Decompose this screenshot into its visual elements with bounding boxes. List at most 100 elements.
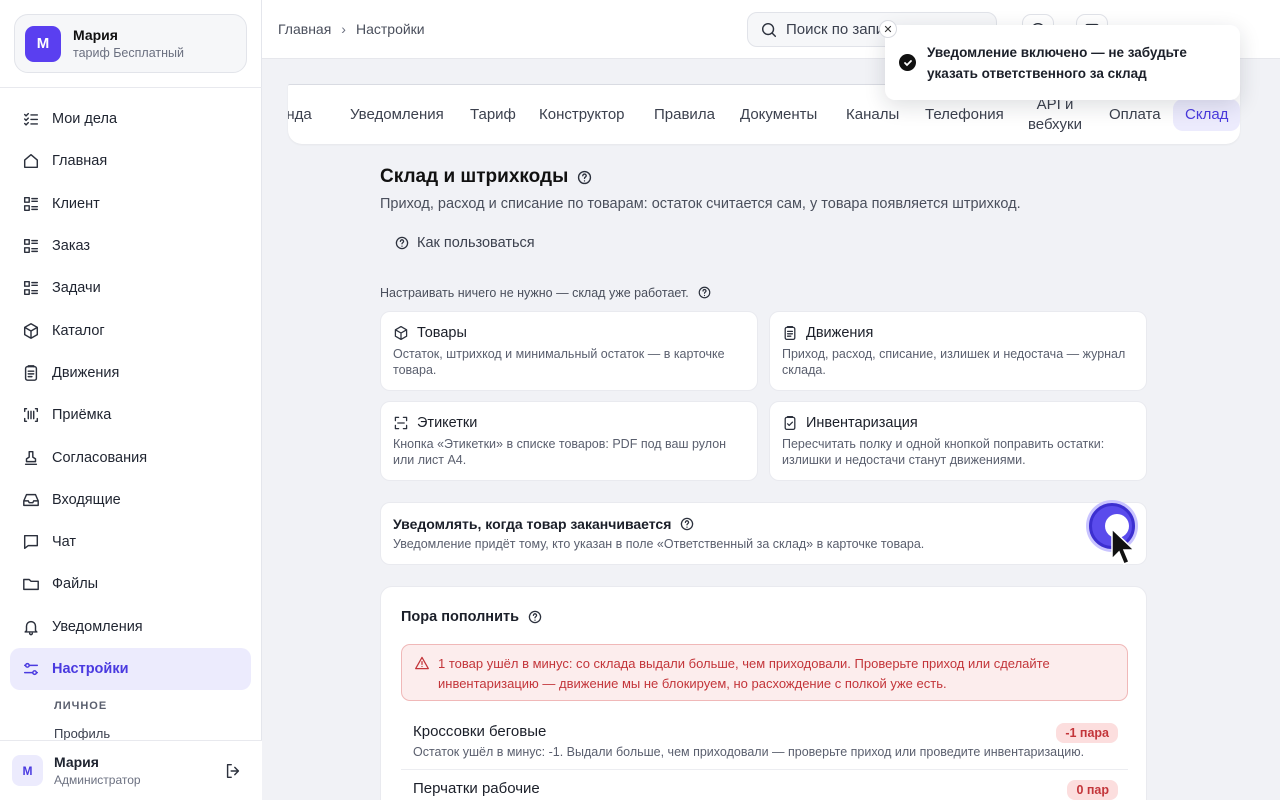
- toast-notification: ✕ Уведомление включено — не забудьте ука…: [879, 20, 1240, 100]
- search-placeholder: Поиск по запи: [786, 21, 885, 38]
- tab-team[interactable]: анда: [288, 85, 312, 144]
- notify-title: Уведомлять, когда товар заканчивается: [393, 516, 672, 532]
- account-avatar: М: [25, 25, 61, 62]
- howto-link[interactable]: Как пользоваться: [394, 235, 535, 251]
- home-icon: [23, 154, 39, 169]
- sidebar-item-label: Входящие: [52, 491, 121, 508]
- notify-desc: Уведомление придёт тому, кто указан в по…: [393, 537, 925, 551]
- sidebar-item-notifications[interactable]: Уведомления: [10, 606, 251, 648]
- barcode-icon: [23, 408, 39, 423]
- sidebar-item-tasks[interactable]: Задачи: [10, 267, 251, 309]
- card-title: Движения: [806, 325, 874, 341]
- sidebar-item-files[interactable]: Файлы: [10, 563, 251, 605]
- sidebar-item-profile[interactable]: Профиль: [10, 726, 251, 741]
- item-info: Остаток ушёл в минус: -1. Выдали больше,…: [413, 745, 1085, 759]
- feature-card-movements[interactable]: Движения Приход, расход, списание, излиш…: [769, 311, 1147, 391]
- user-name: Мария: [54, 754, 99, 770]
- restock-panel: Пора пополнить 1 товар ушёл в минус: со …: [380, 586, 1147, 800]
- breadcrumb-home[interactable]: Главная: [278, 21, 331, 37]
- stock-badge: -1 пара: [1056, 723, 1118, 743]
- clipboard-icon: [784, 325, 796, 341]
- card-desc: Приход, расход, списание, излишек и недо…: [782, 347, 1126, 377]
- stock-badge: 0 пар: [1067, 780, 1118, 800]
- sidebar-group-label: ЛИЧНОЕ: [54, 700, 108, 713]
- feature-card-labels[interactable]: Этикетки Кнопка «Этикетки» в списке това…: [380, 401, 758, 481]
- account-name: Мария: [73, 27, 118, 43]
- sidebar-item-order[interactable]: Заказ: [10, 225, 251, 267]
- sidebar-item-label: Каталог: [52, 322, 105, 339]
- clipboard-check-icon: [784, 415, 796, 431]
- card-desc: Пересчитать полку и одной кнопкой поправ…: [782, 437, 1105, 467]
- inbox-icon: [23, 493, 39, 506]
- sidebar-item-approvals[interactable]: Согласования: [10, 436, 251, 478]
- sidebar: М Мария тариф Бесплатный Мои дела Главна…: [0, 0, 262, 800]
- mouse-cursor-icon: [1111, 527, 1136, 565]
- sidebar-item-label: Главная: [52, 153, 108, 170]
- sidebar-item-movements[interactable]: Движения: [10, 352, 251, 394]
- tab-tariff[interactable]: Тариф: [470, 85, 516, 144]
- close-icon[interactable]: ✕: [879, 20, 897, 38]
- card-title: Инвентаризация: [806, 415, 918, 431]
- sidebar-item-home[interactable]: Главная: [10, 140, 251, 182]
- sidebar-item-label: Настройки: [52, 661, 129, 677]
- feature-card-products[interactable]: Товары Остаток, штрихкод и минимальный о…: [380, 311, 758, 391]
- sidebar-item-my-tasks[interactable]: Мои дела: [10, 98, 251, 140]
- list-icon: [23, 196, 39, 211]
- card-desc: Кнопка «Этикетки» в списке товаров: PDF …: [393, 437, 727, 467]
- sidebar-item-label: Согласования: [52, 449, 148, 466]
- page-title-row: Склад и штрихкоды: [380, 166, 593, 188]
- sidebar-item-catalog[interactable]: Каталог: [10, 309, 251, 351]
- help-icon[interactable]: [679, 516, 695, 532]
- tab-rules[interactable]: Правила: [654, 85, 715, 144]
- chevron-right-icon: ›: [341, 21, 346, 37]
- card-title: Этикетки: [417, 415, 478, 431]
- alert-text: 1 товар ушёл в минус: со склада выдали б…: [438, 656, 1050, 691]
- sidebar-item-client[interactable]: Клиент: [10, 183, 251, 225]
- logout-icon: [226, 763, 240, 779]
- list-icon: [23, 281, 39, 296]
- help-icon: [395, 236, 409, 250]
- sidebar-item-label: Клиент: [52, 195, 100, 212]
- avatar: М: [12, 755, 43, 786]
- sidebar-item-label: Задачи: [52, 280, 101, 297]
- restock-title: Пора пополнить: [401, 609, 519, 625]
- check-icon: [899, 54, 916, 71]
- checklist-icon: [23, 113, 39, 126]
- help-icon[interactable]: [527, 609, 543, 625]
- item-name: Кроссовки беговые: [413, 723, 547, 740]
- tab-notifications[interactable]: Уведомления: [350, 85, 444, 144]
- feature-card-inventory[interactable]: Инвентаризация Пересчитать полку и одной…: [769, 401, 1147, 481]
- help-icon[interactable]: [697, 285, 712, 300]
- page-subtitle: Приход, расход и списание по товарам: ос…: [380, 196, 1021, 212]
- howto-label: Как пользоваться: [417, 235, 535, 251]
- sidebar-item-label: Уведомления: [52, 618, 143, 635]
- account-switcher[interactable]: М Мария тариф Бесплатный: [14, 14, 247, 73]
- tab-constructor[interactable]: Конструктор: [539, 85, 625, 144]
- sidebar-item-settings[interactable]: Настройки: [10, 647, 251, 691]
- scan-icon: [394, 416, 408, 430]
- sidebar-item-label: Чат: [52, 534, 77, 551]
- logout-button[interactable]: [224, 762, 242, 780]
- divider: [401, 769, 1128, 770]
- sidebar-item-chat[interactable]: Чат: [10, 521, 251, 563]
- sidebar-item-label: Движения: [52, 364, 120, 381]
- sidebar-item-label: Заказ: [52, 238, 91, 255]
- sidebar-item-receiving[interactable]: Приёмка: [10, 394, 251, 436]
- list-icon: [23, 239, 39, 254]
- box-icon: [394, 325, 408, 341]
- sidebar-nav: Мои дела Главная Клиент Заказ Задачи Кат…: [10, 98, 251, 741]
- sidebar-item-inbox[interactable]: Входящие: [10, 479, 251, 521]
- tab-documents[interactable]: Документы: [740, 85, 817, 144]
- negative-stock-alert: 1 товар ушёл в минус: со склада выдали б…: [401, 644, 1128, 701]
- sidebar-item-label: Мои дела: [52, 111, 118, 128]
- list-item[interactable]: Перчатки рабочие 0 пар: [413, 780, 1128, 800]
- card-desc: Остаток, штрихкод и минимальный остаток …: [393, 347, 725, 377]
- tab-warehouse[interactable]: Склад: [1173, 99, 1240, 131]
- setup-note: Настраивать ничего не нужно — склад уже …: [380, 285, 712, 300]
- search-icon: [761, 22, 777, 37]
- sidebar-item-label: Приёмка: [52, 407, 112, 424]
- help-icon[interactable]: [576, 169, 593, 186]
- list-item[interactable]: Кроссовки беговые Остаток ушёл в минус: …: [413, 723, 1128, 759]
- user-card: М Мария Администратор: [0, 740, 262, 800]
- divider: [0, 87, 262, 88]
